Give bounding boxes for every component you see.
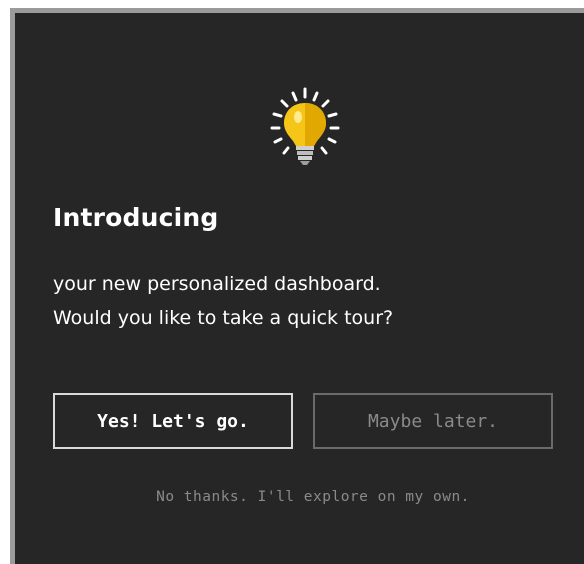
dialog-message-line-1: your new personalized dashboard. — [53, 273, 381, 295]
lightbulb-icon — [265, 87, 345, 173]
dialog-title: Introducing — [53, 203, 219, 232]
page-frame: Introducing your new personalized dashbo… — [0, 0, 584, 564]
maybe-later-button[interactable]: Maybe later. — [313, 393, 553, 449]
dialog-message: your new personalized dashboard. Would y… — [53, 267, 573, 335]
dismiss-link[interactable]: No thanks. I'll explore on my own. — [53, 489, 573, 505]
dialog-message-line-2: Would you like to take a quick tour? — [53, 307, 394, 329]
onboarding-dialog: Introducing your new personalized dashbo… — [10, 8, 584, 564]
start-tour-button[interactable]: Yes! Let's go. — [53, 393, 293, 449]
